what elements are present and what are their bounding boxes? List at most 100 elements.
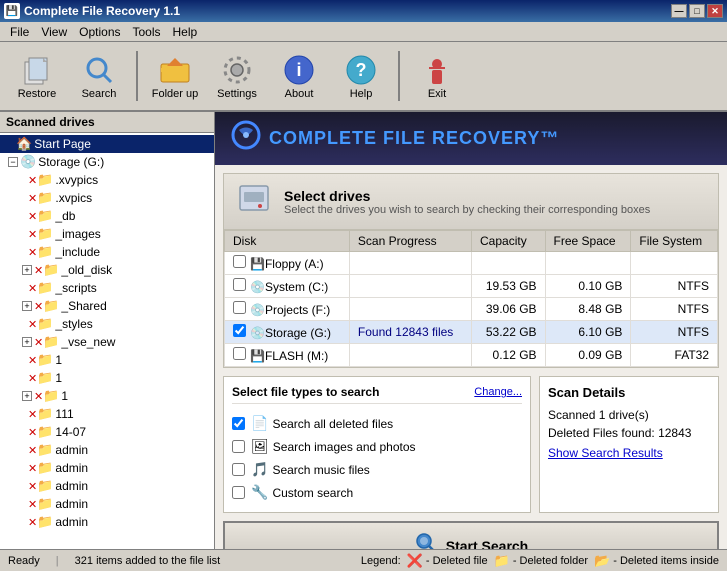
drive-icon: 💿: [250, 303, 265, 317]
drives-header-text: Select drives Select the drives you wish…: [284, 188, 650, 216]
search-button[interactable]: Search: [70, 47, 128, 105]
sidebar-item-1a[interactable]: ✕ 📁 1: [0, 351, 214, 369]
sidebar-item-1b[interactable]: ✕ 📁 1: [0, 369, 214, 387]
sidebar-item-scripts[interactable]: ✕ 📁 _scripts: [0, 279, 214, 297]
sidebar-item-start-page[interactable]: 🏠 Start Page: [0, 135, 214, 153]
drive-checkbox-a[interactable]: [233, 255, 246, 268]
sidebar-item-admin1[interactable]: ✕ 📁 admin: [0, 441, 214, 459]
restore-icon: [19, 52, 55, 88]
deleted-file-icon: ❌: [407, 553, 423, 569]
sidebar-item-xvpics[interactable]: ✕ 📁 .xvpics: [0, 189, 214, 207]
expand-icon[interactable]: −: [8, 157, 18, 167]
sidebar-tree[interactable]: 🏠 Start Page − 💿 Storage (G:) ✕ 📁 .xvypi…: [0, 133, 214, 549]
status-text: Ready: [8, 555, 40, 567]
sidebar-item-admin4[interactable]: ✕ 📁 admin: [0, 495, 214, 513]
drive-capacity: 19.53 GB: [472, 275, 546, 298]
drive-checkbox-f[interactable]: [233, 301, 246, 314]
drive-checkbox-c[interactable]: [233, 278, 246, 291]
settings-button[interactable]: Settings: [208, 47, 266, 105]
folder-icon: 📁: [43, 334, 59, 350]
exit-button[interactable]: Exit: [408, 47, 466, 105]
scan-progress: [349, 298, 471, 321]
drive-checkbox-m[interactable]: [233, 347, 246, 360]
filetype-item-music: 🎵 Search music files: [232, 458, 522, 481]
sidebar-item-admin5[interactable]: ✕ 📁 admin: [0, 513, 214, 531]
folder-up-button[interactable]: Folder up: [146, 47, 204, 105]
sidebar-item-db[interactable]: ✕ 📁 _db: [0, 207, 214, 225]
sidebar: Scanned drives 🏠 Start Page − 💿 Storage …: [0, 112, 215, 549]
col-free-space: Free Space: [545, 231, 631, 252]
svg-text:?: ?: [356, 60, 367, 80]
drive-free: 6.10 GB: [545, 321, 631, 344]
menu-tools[interactable]: Tools: [127, 23, 167, 41]
sidebar-item-admin3[interactable]: ✕ 📁 admin: [0, 477, 214, 495]
folder-icon: 📁: [37, 460, 53, 476]
minimize-button[interactable]: —: [671, 4, 687, 18]
filetype-icon-custom: 🔧: [251, 484, 268, 501]
sidebar-item-14-07[interactable]: ✕ 📁 14-07: [0, 423, 214, 441]
app-icon: 💾: [4, 3, 20, 19]
drive-icon: 💿: [250, 280, 265, 294]
filetype-item-images: 🖼 Search images and photos: [232, 435, 522, 458]
show-search-results-link[interactable]: Show Search Results: [548, 446, 710, 460]
expand-icon[interactable]: +: [22, 391, 32, 401]
about-button[interactable]: i About: [270, 47, 328, 105]
menu-options[interactable]: Options: [73, 23, 126, 41]
folder-icon: 📁: [43, 298, 59, 314]
drive-name: 💾Floppy (A:): [225, 252, 350, 275]
sidebar-item-old-disk[interactable]: + ✕ 📁 _old_disk: [0, 261, 214, 279]
drive-capacity: [472, 252, 546, 275]
drive-fs: FAT32: [631, 344, 718, 367]
drive-name: 💿Storage (G:): [225, 321, 350, 344]
filetype-icon-images: 🖼: [251, 438, 269, 455]
sidebar-item-admin2[interactable]: ✕ 📁 admin: [0, 459, 214, 477]
col-scan-progress: Scan Progress: [349, 231, 471, 252]
drive-checkbox-g[interactable]: [233, 324, 246, 337]
sidebar-item-111[interactable]: ✕ 📁 111: [0, 405, 214, 423]
change-link[interactable]: Change...: [474, 386, 522, 398]
drive-free: 8.48 GB: [545, 298, 631, 321]
sidebar-item-storage-g[interactable]: − 💿 Storage (G:): [0, 153, 214, 171]
sidebar-item-xvypics[interactable]: ✕ 📁 .xvypics: [0, 171, 214, 189]
menu-view[interactable]: View: [35, 23, 73, 41]
folder-icon: 📁: [37, 370, 53, 386]
filetype-item-all: 📄 Search all deleted files: [232, 412, 522, 435]
content-area: COMPLETE FILE RECOVERY™ Select drives Se…: [215, 112, 727, 549]
start-search-icon: [414, 531, 438, 549]
sidebar-item-vse-new[interactable]: + ✕ 📁 _vse_new: [0, 333, 214, 351]
filetype-checkbox-all[interactable]: [232, 417, 245, 430]
folder-icon: 📁: [37, 406, 53, 422]
drive-icon: 💾: [250, 349, 265, 363]
sidebar-item-1c[interactable]: + ✕ 📁 1: [0, 387, 214, 405]
start-search-container: Start Search: [215, 521, 727, 549]
folder-icon: 📁: [37, 514, 53, 530]
menu-file[interactable]: File: [4, 23, 35, 41]
items-added-text: 321 items added to the file list: [75, 555, 221, 567]
folder-icon: 📁: [37, 316, 53, 332]
restore-button[interactable]: Restore: [8, 47, 66, 105]
expand-icon[interactable]: +: [22, 337, 32, 347]
filetype-checkbox-custom[interactable]: [232, 486, 245, 499]
toolbar-separator: [136, 51, 138, 101]
toolbar-separator-2: [398, 51, 400, 101]
expand-icon[interactable]: +: [22, 301, 32, 311]
sidebar-item-styles[interactable]: ✕ 📁 _styles: [0, 315, 214, 333]
filetype-checkbox-images[interactable]: [232, 440, 245, 453]
close-button[interactable]: ✕: [707, 4, 723, 18]
drive-fs: [631, 252, 718, 275]
folder-icon: 📁: [37, 442, 53, 458]
folder-icon: 📁: [37, 208, 53, 224]
sidebar-item-include[interactable]: ✕ 📁 _include: [0, 243, 214, 261]
filetypes-panel: Select file types to search Change... 📄 …: [223, 376, 531, 513]
table-row: 💾FLASH (M:) 0.12 GB 0.09 GB FAT32: [225, 344, 718, 367]
drive-capacity: 53.22 GB: [472, 321, 546, 344]
start-search-button[interactable]: Start Search: [223, 521, 719, 549]
expand-icon[interactable]: +: [22, 265, 32, 275]
filetype-checkbox-music[interactable]: [232, 463, 245, 476]
sidebar-item-images[interactable]: ✕ 📁 _images: [0, 225, 214, 243]
help-button[interactable]: ? Help: [332, 47, 390, 105]
sidebar-item-shared[interactable]: + ✕ 📁 _Shared: [0, 297, 214, 315]
maximize-button[interactable]: □: [689, 4, 705, 18]
drive-free: 0.09 GB: [545, 344, 631, 367]
menu-help[interactable]: Help: [167, 23, 204, 41]
